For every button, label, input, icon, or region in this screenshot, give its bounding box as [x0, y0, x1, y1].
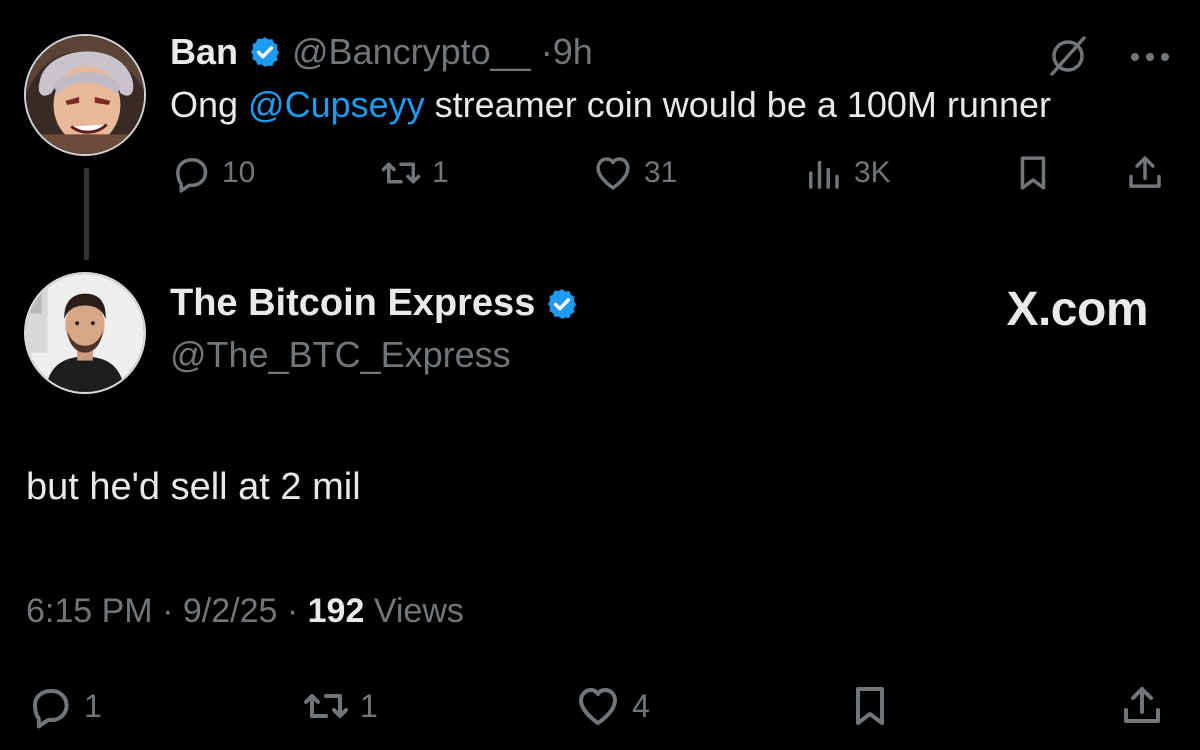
- tweet-text-start: Ong: [170, 84, 249, 125]
- grok-icon[interactable]: [1046, 34, 1090, 78]
- reply-author-handle[interactable]: @The_BTC_Express: [170, 334, 511, 376]
- repost-button[interactable]: 1: [302, 682, 378, 730]
- share-button[interactable]: [1124, 152, 1166, 194]
- like-count: 31: [644, 156, 678, 189]
- verified-badge-icon: [545, 287, 579, 321]
- tweet-screenshot: Ban @Bancrypto__ ·9h Ong @Cupseyy stream…: [0, 0, 1200, 750]
- verified-badge-icon: [248, 35, 282, 69]
- parent-tweet-header: Ban @Bancrypto__ ·9h: [170, 28, 593, 76]
- views-label: Views: [373, 592, 464, 630]
- bookmark-icon: [856, 687, 884, 725]
- reply-button[interactable]: 1: [26, 682, 102, 730]
- share-icon: [1129, 156, 1161, 188]
- share-button[interactable]: [1118, 682, 1166, 730]
- parent-action-bar: 10 1 31 3K: [170, 152, 1170, 202]
- repost-icon: [381, 162, 421, 184]
- like-count: 4: [632, 687, 650, 724]
- reply-author-name[interactable]: The Bitcoin Express: [170, 282, 535, 325]
- like-button[interactable]: 31: [592, 152, 677, 194]
- reply-count: 1: [84, 687, 102, 724]
- share-icon: [1124, 687, 1160, 723]
- views-count: 192: [307, 592, 365, 630]
- repost-count: 1: [432, 156, 449, 189]
- author-name[interactable]: Ban: [170, 31, 238, 73]
- mention-link[interactable]: @Cupseyy: [248, 84, 425, 125]
- reply-author-header: The Bitcoin Express: [170, 282, 579, 325]
- like-button[interactable]: 4: [574, 682, 650, 730]
- repost-icon: [304, 694, 348, 718]
- repost-count: 1: [360, 687, 378, 724]
- reply-tweet-text: but he'd sell at 2 mil: [26, 466, 361, 508]
- reply-icon: [176, 158, 208, 193]
- separator: ·: [162, 592, 183, 630]
- profile-photo-image: [26, 274, 144, 392]
- like-icon: [596, 157, 630, 190]
- tweet-text-end: streamer coin would be a 100M runner: [424, 84, 1051, 125]
- reply-action-bar: 1 1 4: [26, 682, 1176, 738]
- parent-tweet-text: Ong @Cupseyy streamer coin would be a 10…: [170, 84, 1051, 126]
- reply-count: 10: [222, 156, 256, 189]
- like-icon: [579, 688, 617, 725]
- views-icon: [809, 160, 839, 189]
- more-icon[interactable]: [1130, 50, 1170, 62]
- avatar[interactable]: [24, 272, 146, 394]
- post-time[interactable]: 6:15 PM: [26, 592, 153, 630]
- anime-avatar-image: [26, 36, 144, 154]
- post-time[interactable]: ·9h: [541, 31, 593, 73]
- thread-connector-line: [84, 168, 89, 260]
- post-date[interactable]: 9/2/25: [183, 592, 278, 630]
- tweet-top-actions: [1046, 34, 1170, 78]
- views-button[interactable]: 3K: [802, 152, 891, 194]
- author-handle[interactable]: @Bancrypto__: [292, 31, 531, 73]
- reply-button[interactable]: 10: [170, 152, 255, 194]
- repost-button[interactable]: 1: [380, 152, 449, 194]
- bookmark-icon: [1020, 156, 1046, 190]
- bookmark-button[interactable]: [1012, 152, 1054, 194]
- reply-icon: [33, 689, 69, 729]
- views-count: 3K: [854, 156, 891, 189]
- avatar[interactable]: [24, 34, 146, 156]
- separator: ·: [286, 592, 308, 630]
- xcom-watermark: X.com: [1006, 283, 1148, 336]
- bookmark-button[interactable]: [846, 682, 894, 730]
- post-metadata: 6:15 PM · 9/2/25 · 192 Views: [26, 592, 464, 631]
